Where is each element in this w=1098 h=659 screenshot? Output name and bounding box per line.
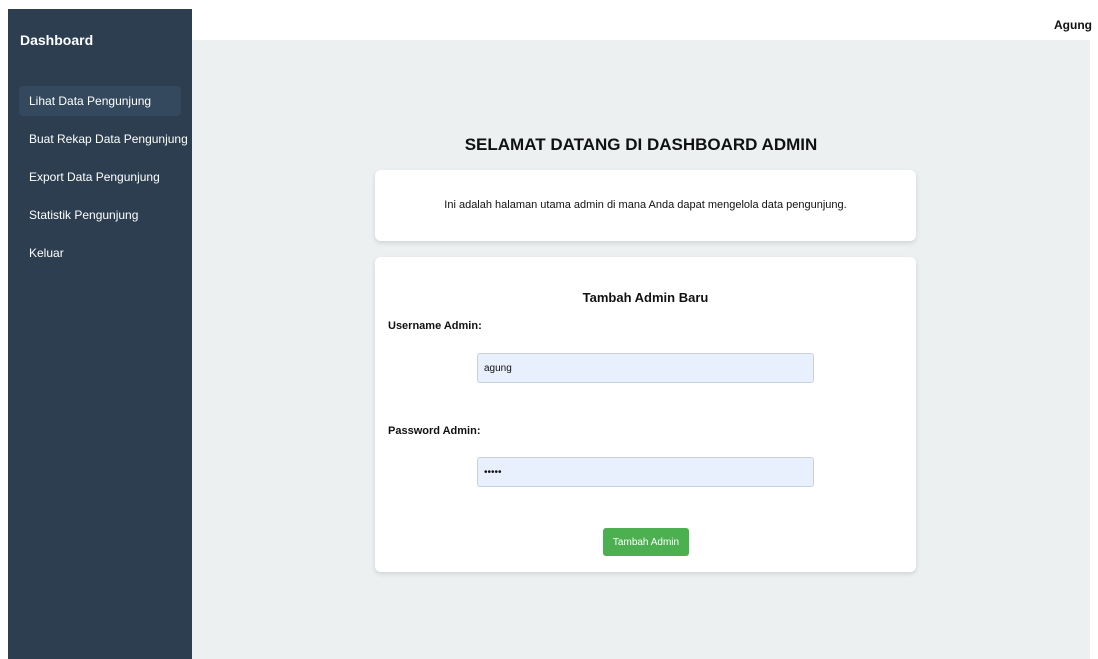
sidebar-item-export-data[interactable]: Export Data Pengunjung — [19, 162, 181, 192]
sidebar: Dashboard Lihat Data Pengunjung Buat Rek… — [8, 9, 192, 659]
password-input[interactable] — [477, 457, 814, 487]
username-input[interactable] — [477, 353, 814, 383]
user-name[interactable]: Agung — [1054, 18, 1092, 32]
top-bar: Agung — [192, 9, 1098, 40]
form-title: Tambah Admin Baru — [582, 290, 709, 305]
sidebar-item-statistik[interactable]: Statistik Pengunjung — [19, 200, 181, 230]
sidebar-item-buat-rekap[interactable]: Buat Rekap Data Pengunjung — [19, 124, 188, 154]
password-label: Password Admin: — [388, 425, 481, 437]
add-admin-form: Tambah Admin Baru Username Admin: Passwo… — [375, 257, 916, 572]
username-label: Username Admin: — [388, 320, 482, 332]
add-admin-button[interactable]: Tambah Admin — [603, 528, 689, 556]
main-content: SELAMAT DATANG DI DASHBOARD ADMIN Ini ad… — [192, 40, 1090, 659]
sidebar-title: Dashboard — [20, 32, 94, 48]
sidebar-item-keluar[interactable]: Keluar — [19, 238, 181, 268]
info-text: Ini adalah halaman utama admin di mana A… — [444, 199, 847, 211]
sidebar-item-lihat-data[interactable]: Lihat Data Pengunjung — [19, 86, 181, 116]
info-card: Ini adalah halaman utama admin di mana A… — [375, 170, 916, 241]
page-title: SELAMAT DATANG DI DASHBOARD ADMIN — [464, 135, 818, 154]
sidebar-nav: Lihat Data Pengunjung Buat Rekap Data Pe… — [8, 86, 192, 276]
